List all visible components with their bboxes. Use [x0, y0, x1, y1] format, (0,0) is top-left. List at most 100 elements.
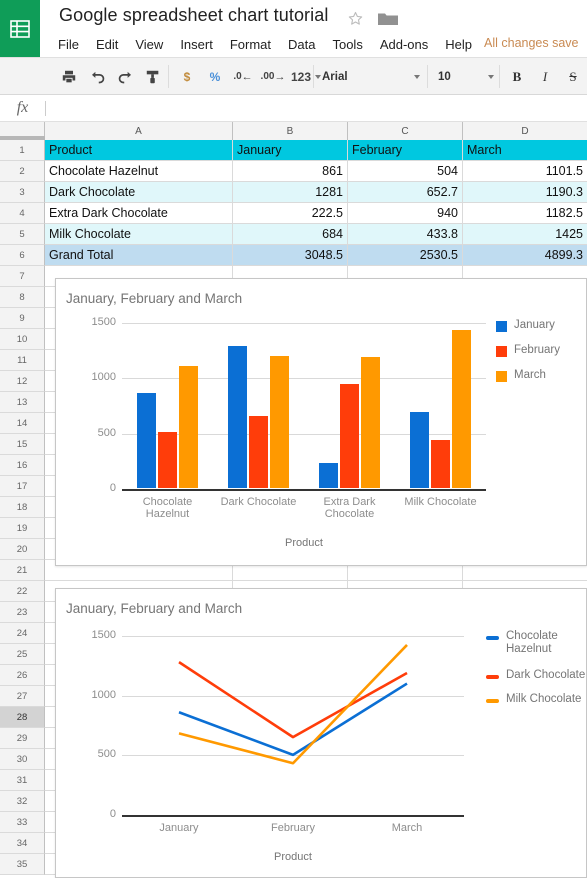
cell-B6[interactable]: 3048.5: [233, 245, 348, 265]
menu-item-addons[interactable]: Add-ons: [380, 37, 428, 52]
row-header-30[interactable]: 30: [0, 749, 45, 770]
row-header-5[interactable]: 5: [0, 224, 45, 245]
line-chart-panel[interactable]: January, February and March 0 500 1000 1500 J…: [55, 588, 587, 878]
cell-D3[interactable]: 1190.3: [463, 182, 587, 202]
cell-B3[interactable]: 1281: [233, 182, 348, 202]
cell-D4[interactable]: 1182.5: [463, 203, 587, 223]
menu-item-format[interactable]: Format: [230, 37, 271, 52]
bar-march[interactable]: [270, 356, 289, 488]
bar-january[interactable]: [228, 346, 247, 488]
row-header-4[interactable]: 4: [0, 203, 45, 224]
row-header-18[interactable]: 18: [0, 497, 45, 518]
strikethrough-button[interactable]: S: [559, 58, 587, 95]
bar-chart-panel[interactable]: January, February and March 0 500 1000 1500 C…: [55, 278, 587, 566]
row-header-24[interactable]: 24: [0, 623, 45, 644]
cell-B5[interactable]: 684: [233, 224, 348, 244]
font-size-dropdown[interactable]: 10: [438, 58, 494, 95]
row-header-35[interactable]: 35: [0, 854, 45, 875]
row-header-34[interactable]: 34: [0, 833, 45, 854]
menu-item-file[interactable]: File: [58, 37, 79, 52]
legend-item[interactable]: Dark Chocolate: [486, 669, 587, 682]
bar-february[interactable]: [249, 416, 268, 488]
menu-item-help[interactable]: Help: [445, 37, 472, 52]
row-header-11[interactable]: 11: [0, 350, 45, 371]
paint-format-icon[interactable]: [139, 58, 167, 95]
cell-B2[interactable]: 861: [233, 161, 348, 181]
row-header-14[interactable]: 14: [0, 413, 45, 434]
menu-item-view[interactable]: View: [135, 37, 163, 52]
document-title[interactable]: Google spreadsheet chart tutorial: [59, 5, 328, 26]
row-header-9[interactable]: 9: [0, 308, 45, 329]
cell-D5[interactable]: 1425: [463, 224, 587, 244]
cell-A4[interactable]: Extra Dark Chocolate: [45, 203, 233, 223]
row-header-10[interactable]: 10: [0, 329, 45, 350]
bar-january[interactable]: [137, 393, 156, 488]
cell-D2[interactable]: 1101.5: [463, 161, 587, 181]
cell-C4[interactable]: 940: [348, 203, 463, 223]
row-header-27[interactable]: 27: [0, 686, 45, 707]
row-header-31[interactable]: 31: [0, 770, 45, 791]
bar-march[interactable]: [361, 357, 380, 488]
row-header-20[interactable]: 20: [0, 539, 45, 560]
cell-D1[interactable]: March: [463, 140, 587, 160]
print-icon[interactable]: [55, 58, 83, 95]
bar-january[interactable]: [319, 463, 338, 488]
cell-B4[interactable]: 222.5: [233, 203, 348, 223]
legend-item[interactable]: January: [496, 319, 555, 332]
row-header-6[interactable]: 6: [0, 245, 45, 266]
cell-C3[interactable]: 652.7: [348, 182, 463, 202]
number-format-dropdown[interactable]: 123: [289, 58, 323, 95]
bar-february[interactable]: [431, 440, 450, 488]
folder-icon[interactable]: [377, 11, 399, 27]
currency-format-button[interactable]: $: [173, 58, 201, 95]
undo-icon[interactable]: [83, 58, 111, 95]
legend-item[interactable]: Milk Chocolate: [486, 693, 587, 706]
row-header-33[interactable]: 33: [0, 812, 45, 833]
font-family-dropdown[interactable]: Arial: [322, 58, 420, 95]
decrease-decimal-button[interactable]: .0 ←: [229, 58, 257, 95]
row-header-28[interactable]: 28: [0, 707, 45, 728]
percent-format-button[interactable]: %: [201, 58, 229, 95]
column-header-c[interactable]: C: [348, 122, 463, 140]
cell-C2[interactable]: 504: [348, 161, 463, 181]
cell-C5[interactable]: 433.8: [348, 224, 463, 244]
row-header-17[interactable]: 17: [0, 476, 45, 497]
row-header-22[interactable]: 22: [0, 581, 45, 602]
formula-input[interactable]: [46, 98, 587, 118]
column-header-b[interactable]: B: [233, 122, 348, 140]
italic-button[interactable]: I: [531, 58, 559, 95]
sheets-grid-icon[interactable]: [0, 0, 40, 57]
column-header-d[interactable]: D: [463, 122, 587, 140]
menu-item-data[interactable]: Data: [288, 37, 315, 52]
bold-button[interactable]: B: [503, 58, 531, 95]
menu-item-insert[interactable]: Insert: [180, 37, 213, 52]
cell-A6[interactable]: Grand Total: [45, 245, 233, 265]
legend-item[interactable]: Chocolate Hazelnut: [486, 630, 587, 656]
row-header-32[interactable]: 32: [0, 791, 45, 812]
row-header-16[interactable]: 16: [0, 455, 45, 476]
line-series[interactable]: [178, 682, 408, 757]
cell-A1[interactable]: Product: [45, 140, 233, 160]
bar-february[interactable]: [340, 384, 359, 488]
increase-decimal-button[interactable]: .00 →: [257, 58, 289, 95]
star-outline-icon[interactable]: [347, 10, 364, 27]
bar-march[interactable]: [179, 366, 198, 488]
bar-january[interactable]: [410, 412, 429, 488]
row-header-29[interactable]: 29: [0, 728, 45, 749]
menu-item-tools[interactable]: Tools: [332, 37, 362, 52]
row-header-8[interactable]: 8: [0, 287, 45, 308]
redo-icon[interactable]: [111, 58, 139, 95]
row-header-21[interactable]: 21: [0, 560, 45, 581]
row-header-2[interactable]: 2: [0, 161, 45, 182]
row-header-3[interactable]: 3: [0, 182, 45, 203]
cell-D6[interactable]: 4899.3: [463, 245, 587, 265]
row-header-23[interactable]: 23: [0, 602, 45, 623]
legend-item[interactable]: February: [496, 344, 560, 357]
row-header-7[interactable]: 7: [0, 266, 45, 287]
cell-C1[interactable]: February: [348, 140, 463, 160]
row-header-19[interactable]: 19: [0, 518, 45, 539]
row-header-25[interactable]: 25: [0, 644, 45, 665]
row-header-13[interactable]: 13: [0, 392, 45, 413]
row-header-15[interactable]: 15: [0, 434, 45, 455]
column-header-a[interactable]: A: [45, 122, 233, 140]
